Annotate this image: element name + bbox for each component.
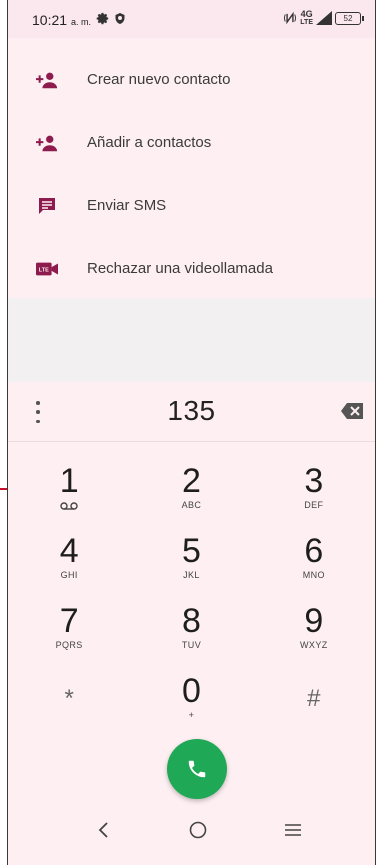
key-letters: + [188, 710, 195, 720]
key-letters: WXYZ [300, 640, 328, 650]
key-letters: MNO [302, 570, 325, 580]
add-person-icon [36, 71, 58, 89]
key-digit: 4 [59, 532, 79, 570]
dialed-number-row: 135 [8, 382, 375, 442]
settings-gear-icon [96, 12, 109, 25]
menu-item-add-to-contacts[interactable]: Añadir a contactos [8, 111, 375, 174]
key-letters: GHI [60, 570, 78, 580]
dialpad-row: * 0 + # [8, 672, 375, 742]
key-letters: DEF [304, 500, 324, 510]
key-digit: 3 [304, 462, 324, 500]
network-sub: LTE [300, 19, 313, 26]
key-digit: 0 [182, 672, 201, 710]
key-digit: 5 [182, 532, 201, 570]
clock-time: 10:21 [32, 12, 68, 28]
dialpad: 1 2 ABC 3 DEF 4 GHI 5 JKL 6 MNO 7 PQRS 8… [8, 462, 375, 742]
network-type: 4G [300, 9, 313, 19]
nfc-icon [284, 11, 297, 25]
nav-home-button[interactable] [183, 815, 213, 845]
menu-item-create-contact[interactable]: Crear nuevo contacto [8, 48, 375, 111]
status-icons-left [96, 12, 126, 25]
dialpad-key-8[interactable]: 8 TUV [130, 602, 252, 672]
dialpad-key-1[interactable]: 1 [8, 462, 130, 532]
clock-ampm: a. m. [70, 17, 91, 27]
system-nav-bar [8, 805, 375, 865]
battery-level: 52 [343, 13, 353, 23]
menu-item-label: Rechazar una videollamada [87, 260, 273, 277]
dialpad-key-3[interactable]: 3 DEF [253, 462, 375, 532]
dialpad-row: 7 PQRS 8 TUV 9 WXYZ [8, 602, 375, 672]
contact-actions-menu: Crear nuevo contacto Añadir a contactos … [8, 48, 375, 300]
status-icons-right: 4G LTE 52 [283, 9, 364, 27]
menu-item-reject-video-call[interactable]: LTE Rechazar una videollamada [8, 237, 375, 300]
dialpad-row: 1 2 ABC 3 DEF [8, 462, 375, 532]
dialpad-key-6[interactable]: 6 MNO [253, 532, 375, 602]
network-indicator: 4G LTE [300, 9, 313, 27]
back-chevron-icon [98, 822, 108, 838]
status-bar: 10:21 a. m. 4G LTE 52 [8, 0, 375, 38]
dialpad-key-5[interactable]: 5 JKL [130, 532, 252, 602]
key-digit: 9 [304, 602, 324, 640]
nav-back-button[interactable] [88, 815, 118, 845]
backspace-icon[interactable] [341, 403, 363, 419]
key-digit: 7 [59, 602, 79, 640]
menu-item-label: Crear nuevo contacto [87, 71, 231, 88]
voicemail-icon [60, 502, 78, 510]
dialpad-key-7[interactable]: 7 PQRS [8, 602, 130, 672]
dialpad-key-9[interactable]: 9 WXYZ [253, 602, 375, 672]
dialpad-key-hash[interactable]: # [253, 672, 375, 742]
lte-video-icon: LTE [36, 261, 58, 277]
battery-icon: 52 [335, 11, 364, 25]
dialpad-key-4[interactable]: 4 GHI [8, 532, 130, 602]
key-letters: ABC [181, 500, 202, 510]
dialpad-row: 4 GHI 5 JKL 6 MNO [8, 532, 375, 602]
key-digit: # [307, 685, 321, 712]
add-person-icon [36, 134, 58, 152]
key-letters: PQRS [55, 640, 83, 650]
dialed-number[interactable]: 135 [8, 395, 375, 427]
dialpad-key-star[interactable]: * [8, 672, 130, 742]
svg-text:LTE: LTE [39, 267, 49, 273]
phone-screen: 10:21 a. m. 4G LTE 52 Crear nuevo contac… [7, 0, 376, 865]
key-letters: JKL [183, 570, 200, 580]
key-letters: TUV [181, 640, 202, 650]
key-digit: 8 [182, 602, 201, 640]
signal-icon [316, 11, 332, 25]
phone-icon [188, 760, 206, 778]
shield-icon [115, 13, 125, 24]
dialpad-key-2[interactable]: 2 ABC [130, 462, 252, 532]
home-circle-icon [189, 821, 207, 839]
dialpad-key-0[interactable]: 0 + [130, 672, 252, 742]
suggestions-empty-area [8, 298, 375, 382]
key-digit: 2 [182, 462, 201, 500]
key-digit: 6 [304, 532, 324, 570]
status-time: 10:21 a. m. [32, 12, 91, 28]
nav-recents-button[interactable] [278, 815, 308, 845]
menu-item-label: Enviar SMS [87, 197, 167, 214]
key-digit: * [64, 685, 74, 712]
key-digit: 1 [59, 462, 79, 500]
call-button[interactable] [167, 739, 227, 799]
menu-item-send-sms[interactable]: Enviar SMS [8, 174, 375, 237]
menu-item-label: Añadir a contactos [87, 134, 212, 151]
message-icon [36, 197, 58, 215]
menu-lines-icon [285, 824, 301, 836]
